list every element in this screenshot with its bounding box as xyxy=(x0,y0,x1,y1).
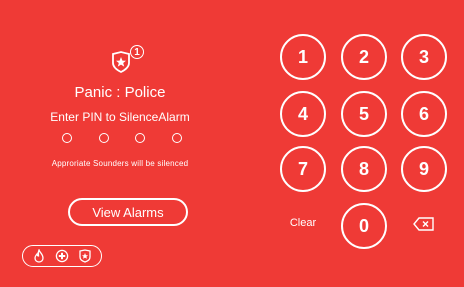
backspace-icon[interactable] xyxy=(412,215,436,233)
silence-note: Approriate Sounders will be silenced xyxy=(51,159,189,168)
key-8[interactable]: 8 xyxy=(341,146,387,192)
key-1[interactable]: 1 xyxy=(280,34,326,80)
pin-dot xyxy=(171,133,182,143)
key-0[interactable]: 0 xyxy=(341,203,387,249)
key-3[interactable]: 3 xyxy=(401,34,447,80)
key-4[interactable]: 4 xyxy=(280,91,326,137)
key-7[interactable]: 7 xyxy=(280,146,326,192)
pin-dots xyxy=(62,133,182,147)
key-2[interactable]: 2 xyxy=(341,34,387,80)
alarm-title: Panic : Police xyxy=(74,84,166,101)
pin-dot xyxy=(62,133,72,143)
alarm-count-badge: 1 xyxy=(130,45,144,59)
key-9[interactable]: 9 xyxy=(401,146,447,192)
view-alarms-button[interactable]: View Alarms xyxy=(68,198,188,226)
key-5[interactable]: 5 xyxy=(341,91,387,137)
pin-prompt: Enter PIN to SilenceAlarm xyxy=(50,110,190,124)
key-6[interactable]: 6 xyxy=(401,91,447,137)
pin-dot xyxy=(98,133,109,143)
fire-icon xyxy=(34,249,44,263)
police-badge-icon xyxy=(112,51,130,73)
pin-dot xyxy=(135,133,146,143)
police-badge-icon xyxy=(79,249,91,263)
clear-button[interactable]: Clear xyxy=(281,217,325,235)
police-alarm-indicator: 1 xyxy=(106,43,144,77)
alarm-types-button[interactable] xyxy=(22,245,102,267)
medical-icon xyxy=(55,249,69,263)
